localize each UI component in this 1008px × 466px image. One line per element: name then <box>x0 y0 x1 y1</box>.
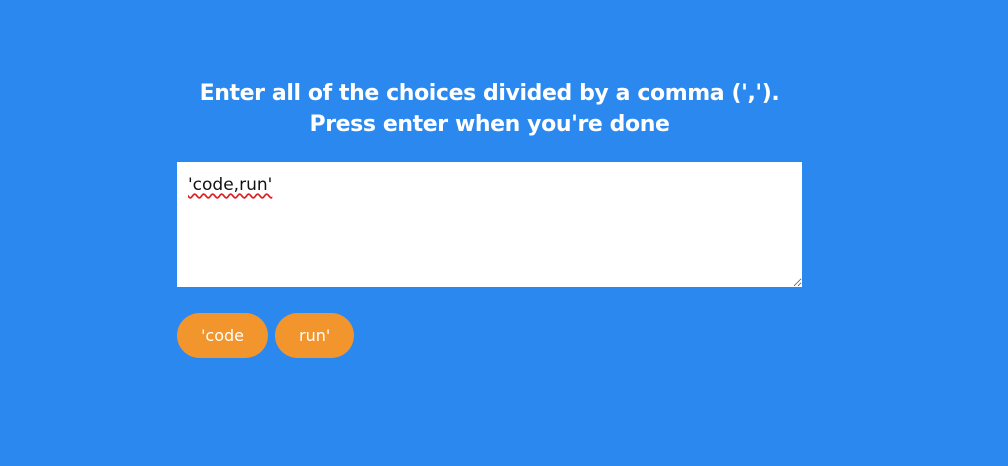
choice-chip-code[interactable]: 'code <box>177 313 268 358</box>
choice-chips: 'code run' <box>177 313 355 358</box>
instructions-line-1: Enter all of the choices divided by a co… <box>199 81 780 106</box>
choices-textarea[interactable] <box>177 162 802 287</box>
instructions-heading: Enter all of the choices divided by a co… <box>177 78 802 140</box>
instructions-line-2: Press enter when you're done <box>309 112 670 137</box>
choice-chip-run[interactable]: run' <box>274 313 355 358</box>
